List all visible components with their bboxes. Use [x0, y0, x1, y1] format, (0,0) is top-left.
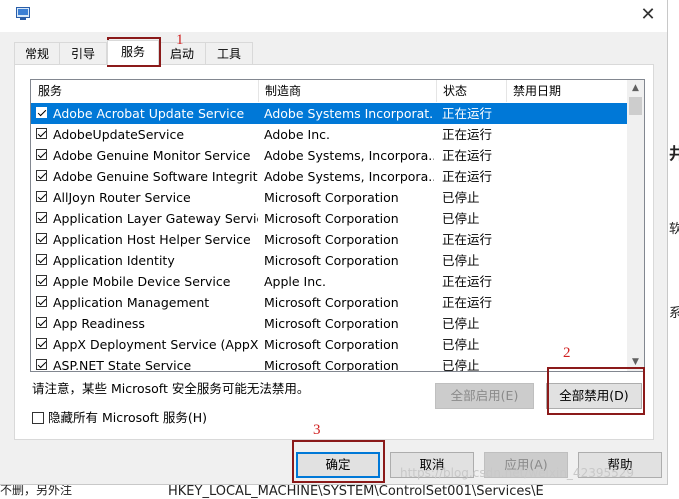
table-row[interactable]: Adobe Acrobat Update Service Adobe System…: [31, 103, 629, 124]
services-rows: Adobe Acrobat Update Service Adobe System…: [31, 103, 629, 372]
service-status: 正在运行: [442, 106, 493, 121]
service-checkbox[interactable]: [36, 296, 47, 307]
service-name: Application Management: [53, 295, 210, 310]
scroll-up-icon[interactable]: ▲: [627, 80, 644, 97]
table-row[interactable]: AppX Deployment Service (AppX... Microsof…: [31, 334, 629, 355]
service-status: 正在运行: [442, 127, 493, 142]
service-checkbox[interactable]: [36, 149, 47, 160]
service-name: AllJoyn Router Service: [53, 190, 191, 205]
service-checkbox[interactable]: [36, 212, 47, 223]
service-name: ASP.NET State Service: [53, 358, 192, 372]
column-header-service[interactable]: 服务: [31, 80, 258, 102]
security-note: 请注意，某些 Microsoft 安全服务可能无法禁用。: [32, 381, 310, 396]
service-checkbox[interactable]: [36, 170, 47, 181]
service-vendor: Microsoft Corporation: [264, 295, 399, 310]
services-list[interactable]: 服务 制造商 状态 禁用日期 Adobe Acrobat Update Serv…: [30, 79, 645, 372]
service-vendor: Microsoft Corporation: [264, 337, 399, 352]
service-name: Application Layer Gateway Service: [53, 211, 258, 226]
table-row[interactable]: Adobe Genuine Monitor Service Adobe Syste…: [31, 145, 629, 166]
service-checkbox[interactable]: [36, 317, 47, 328]
service-vendor: Adobe Systems, Incorpora...: [264, 148, 434, 163]
close-icon[interactable]: ✕: [629, 0, 667, 30]
service-vendor: Microsoft Corporation: [264, 253, 399, 268]
service-status: 正在运行: [442, 169, 493, 184]
service-status: 正在运行: [442, 232, 493, 247]
column-header-disabled-date[interactable]: 禁用日期: [506, 80, 626, 102]
title-bar[interactable]: ✕: [0, 0, 667, 32]
service-vendor: Microsoft Corporation: [264, 358, 399, 372]
service-checkbox[interactable]: [36, 338, 47, 349]
service-status: 正在运行: [442, 295, 493, 310]
service-name: Adobe Acrobat Update Service: [53, 106, 245, 121]
tab-tools[interactable]: 工具: [205, 42, 253, 64]
service-vendor: Adobe Systems Incorporat...: [264, 106, 434, 121]
service-status: 已停止: [442, 253, 480, 268]
service-checkbox[interactable]: [36, 275, 47, 286]
service-name: AdobeUpdateService: [53, 127, 185, 142]
service-checkbox[interactable]: [36, 191, 47, 202]
background-text: 井: [669, 144, 679, 163]
service-checkbox[interactable]: [36, 233, 47, 244]
vertical-scrollbar[interactable]: ▲ ▼: [627, 80, 644, 371]
annotation-box-3: [292, 440, 385, 483]
service-name: Apple Mobile Device Service: [53, 274, 231, 289]
service-name: AppX Deployment Service (AppX...: [53, 337, 258, 352]
service-checkbox[interactable]: [36, 107, 47, 118]
service-checkbox[interactable]: [36, 254, 47, 265]
tab-services[interactable]: 服务: [107, 40, 159, 65]
watermark: https://blog.csdn.net/weixin_42395529: [400, 466, 635, 480]
checkbox-box[interactable]: [32, 412, 44, 424]
table-row[interactable]: Application Management Microsoft Corporat…: [31, 292, 629, 313]
background-text: 软: [669, 222, 679, 237]
list-header: 服务 制造商 状态 禁用日期: [31, 80, 629, 102]
table-row[interactable]: Application Host Helper Service Microsoft…: [31, 229, 629, 250]
table-row[interactable]: App Readiness Microsoft Corporation 已停止: [31, 313, 629, 334]
service-status: 已停止: [442, 190, 480, 205]
table-row[interactable]: Application Identity Microsoft Corporatio…: [31, 250, 629, 271]
table-row[interactable]: AdobeUpdateService Adobe Inc. 正在运行: [31, 124, 629, 145]
table-row[interactable]: Adobe Genuine Software Integrit... Adobe …: [31, 166, 629, 187]
msconfig-icon: [16, 7, 30, 20]
annotation-box-2: [547, 367, 645, 415]
scroll-thumb[interactable]: [629, 97, 642, 115]
service-vendor: Apple Inc.: [264, 274, 327, 289]
service-name: Adobe Genuine Software Integrit...: [53, 169, 258, 184]
column-header-vendor[interactable]: 制造商: [258, 80, 436, 102]
service-vendor: Adobe Systems, Incorpora...: [264, 169, 434, 184]
annotation-number-1: 1: [176, 32, 184, 48]
tab-general[interactable]: 常规: [14, 42, 60, 64]
service-status: 已停止: [442, 337, 480, 352]
table-row[interactable]: ASP.NET State Service Microsoft Corporati…: [31, 355, 629, 372]
background-text: 系: [669, 306, 679, 321]
service-checkbox[interactable]: [36, 359, 47, 370]
service-vendor: Microsoft Corporation: [264, 190, 399, 205]
service-vendor: Microsoft Corporation: [264, 232, 399, 247]
table-row[interactable]: AllJoyn Router Service Microsoft Corporat…: [31, 187, 629, 208]
service-name: App Readiness: [53, 316, 145, 331]
service-status: 正在运行: [442, 274, 493, 289]
service-name: Application Identity: [53, 253, 175, 268]
tab-boot[interactable]: 引导: [59, 42, 107, 64]
table-row[interactable]: Application Layer Gateway Service Microso…: [31, 208, 629, 229]
service-status: 正在运行: [442, 148, 493, 163]
annotation-number-3: 3: [313, 422, 321, 438]
service-name: Adobe Genuine Monitor Service: [53, 148, 251, 163]
service-name: Application Host Helper Service: [53, 232, 251, 247]
service-vendor: Microsoft Corporation: [264, 211, 399, 226]
checkbox-label: 隐藏所有 Microsoft 服务(H): [48, 410, 207, 425]
service-vendor: Microsoft Corporation: [264, 316, 399, 331]
table-row[interactable]: Apple Mobile Device Service Apple Inc. 正在运…: [31, 271, 629, 292]
service-checkbox[interactable]: [36, 128, 47, 139]
service-status: 已停止: [442, 358, 480, 372]
service-status: 已停止: [442, 211, 480, 226]
service-status: 已停止: [442, 316, 480, 331]
service-vendor: Adobe Inc.: [264, 127, 330, 142]
column-header-status[interactable]: 状态: [436, 80, 506, 102]
annotation-number-2: 2: [563, 345, 571, 361]
enable-all-button[interactable]: 全部启用(E): [435, 383, 534, 409]
